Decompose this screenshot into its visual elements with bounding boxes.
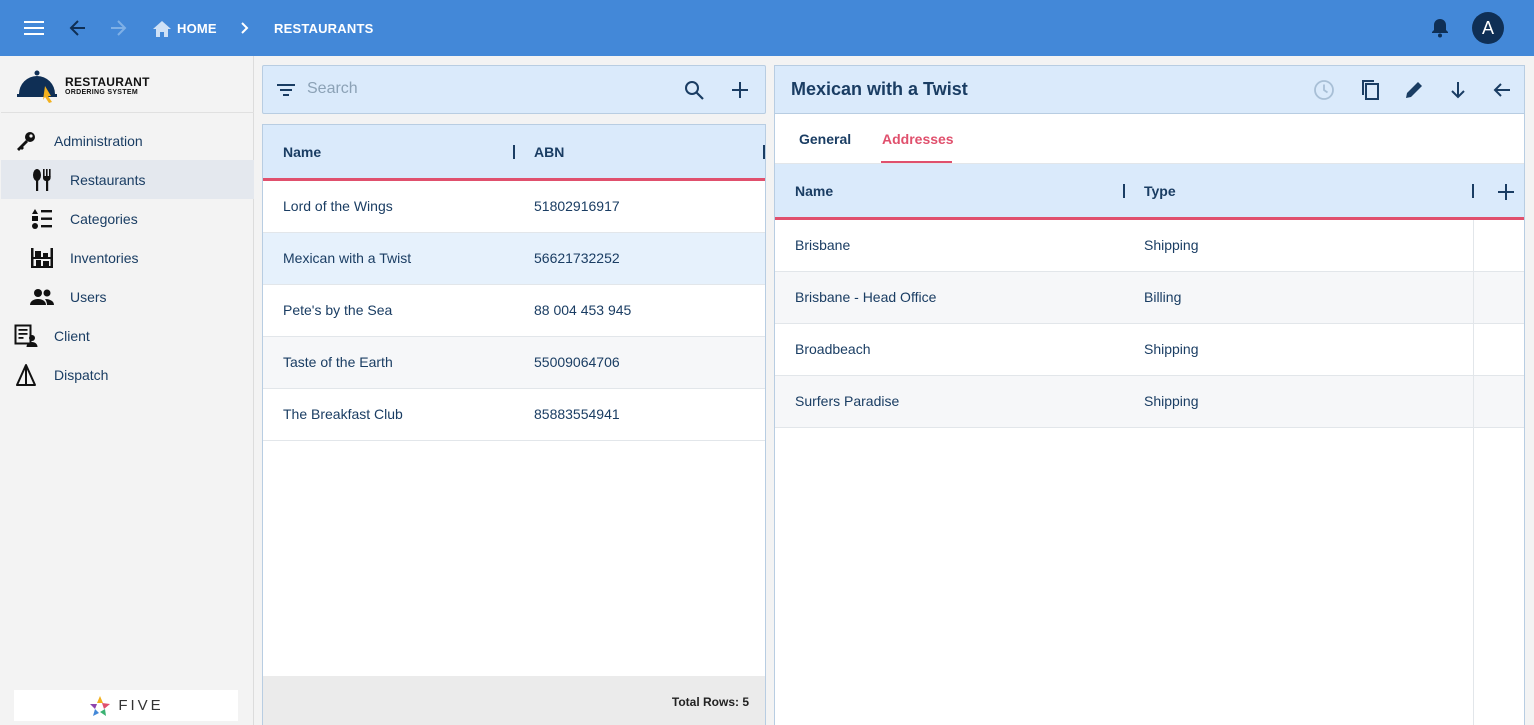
copy-icon[interactable] [1358,78,1382,102]
row-name: Mexican with a Twist [283,250,412,266]
address-type: Billing [1144,289,1182,305]
table-row[interactable]: Taste of the Earth 55009064706 [263,337,765,389]
column-divider [1473,220,1474,725]
tab-addresses[interactable]: Addresses [882,131,954,147]
table-row[interactable]: The Breakfast Club 85883554941 [263,389,765,441]
arrow-back-icon[interactable] [1490,78,1514,102]
edit-pencil-icon[interactable] [1402,78,1426,102]
sidebar-item-categories[interactable]: Categories [1,199,254,238]
sidebar-item-label: Inventories [70,249,139,266]
bell-icon[interactable] [1428,16,1452,40]
tab-general[interactable]: General [799,131,851,147]
list-search-bar: Search [262,65,766,114]
five-brand-footer: FIVE [14,690,238,721]
sidebar-item-restaurants[interactable]: Restaurants [1,160,254,199]
sidebar-item-label: Administration [54,132,143,149]
address-type: Shipping [1144,341,1199,357]
users-icon [30,285,54,309]
logo-title: RESTAURANT [65,75,150,89]
sidebar-item-label: Users [70,288,107,305]
table-row[interactable]: Pete's by the Sea 88 004 453 945 [263,285,765,337]
table-row[interactable]: Lord of the Wings 51802916917 [263,181,765,233]
column-resize-handle[interactable] [763,145,765,159]
row-abn: 56621732252 [534,250,620,266]
record-title: Mexican with a Twist [791,79,968,99]
column-header-type[interactable]: Type [1144,183,1176,199]
row-name: Taste of the Earth [283,354,393,370]
row-abn: 88 004 453 945 [534,302,632,318]
dispatch-icon [14,363,38,387]
forward-arrow-icon[interactable] [106,16,130,40]
address-type: Shipping [1144,237,1199,253]
detail-tabs: General Addresses [775,114,1524,164]
row-abn: 85883554941 [534,406,620,422]
app-logo: RESTAURANT ORDERING SYSTEM [15,68,235,108]
row-abn: 51802916917 [534,198,620,214]
address-name: Broadbeach [795,341,871,357]
sidebar-item-label: Client [54,327,90,344]
sidebar-item-administration[interactable]: Administration [1,121,254,160]
sidebar-item-label: Restaurants [70,171,146,188]
sidebar: RESTAURANT ORDERING SYSTEM Administratio… [1,56,254,725]
shelves-icon [30,246,54,270]
five-brand-text: FIVE [118,697,164,714]
row-name: Pete's by the Sea [283,302,393,318]
list-icon [30,207,54,231]
table-row[interactable]: Brisbane - Head Office Billing [775,272,1524,324]
address-name: Surfers Paradise [795,393,900,409]
cutlery-icon [30,168,54,192]
sidebar-item-users[interactable]: Users [1,277,254,316]
table-row[interactable]: Surfers Paradise Shipping [775,376,1524,428]
table-row[interactable]: Brisbane Shipping [775,220,1524,272]
sidebar-divider [1,112,254,113]
cloche-logo-icon [17,70,57,103]
client-icon [14,324,38,348]
list-footer: Total Rows: 5 [263,676,765,725]
table-row[interactable]: Broadbeach Shipping [775,324,1524,376]
addresses-header: Name Type [775,164,1524,220]
address-name: Brisbane [795,237,851,253]
row-name: The Breakfast Club [283,406,403,422]
breadcrumb-home[interactable]: HOME [177,21,217,36]
filter-icon[interactable] [275,79,297,101]
detail-header: Mexican with a Twist [775,66,1524,114]
search-icon[interactable] [683,79,705,101]
address-type: Shipping [1144,393,1199,409]
home-icon[interactable] [150,17,174,41]
sidebar-item-label: Categories [70,210,138,227]
history-icon[interactable] [1312,78,1336,102]
total-rows-count: Total Rows: 5 [671,695,749,709]
column-resize-handle[interactable] [1472,184,1474,198]
avatar[interactable]: A [1472,12,1504,44]
address-name: Brisbane - Head Office [795,289,937,305]
record-detail-panel: Mexican with a Twist General Addresses N… [774,65,1525,725]
active-tab-indicator [881,161,952,163]
column-resize-handle[interactable] [1123,184,1125,198]
column-header-name[interactable]: Name [283,144,321,160]
sidebar-item-inventories[interactable]: Inventories [1,238,254,277]
column-resize-handle[interactable] [513,145,515,159]
five-logo-icon [90,695,111,716]
restaurant-list-panel: Name ABN Lord of the Wings 51802916917 M… [262,124,766,725]
add-icon[interactable] [729,79,751,101]
add-address-icon[interactable] [1495,181,1517,203]
breadcrumb-current: RESTAURANTS [274,21,374,36]
row-name: Lord of the Wings [283,198,393,214]
arrow-down-icon[interactable] [1446,78,1470,102]
chevron-right-icon [232,16,256,40]
search-input[interactable]: Search [307,80,358,98]
column-header-name[interactable]: Name [795,183,833,199]
table-row-selected[interactable]: Mexican with a Twist 56621732252 [263,233,765,285]
column-header-abn[interactable]: ABN [534,144,564,160]
key-icon [14,129,38,153]
back-arrow-icon[interactable] [66,16,90,40]
sidebar-item-client[interactable]: Client [1,316,254,355]
top-app-bar: HOME RESTAURANTS A [0,0,1534,56]
menu-icon[interactable] [22,16,46,40]
sidebar-item-dispatch[interactable]: Dispatch [1,355,254,394]
sidebar-item-label: Dispatch [54,366,109,383]
row-abn: 55009064706 [534,354,620,370]
list-header: Name ABN [263,125,765,181]
logo-subtitle: ORDERING SYSTEM [65,89,138,96]
